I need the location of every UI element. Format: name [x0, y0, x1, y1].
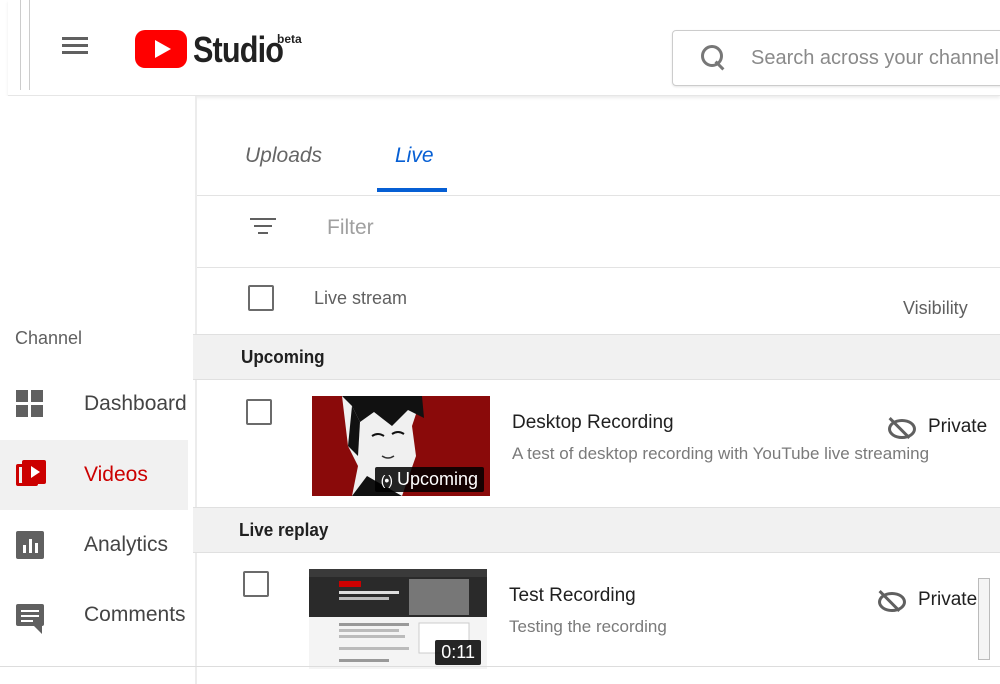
- section-header-live-replay: Live replay: [193, 507, 1000, 553]
- row-checkbox[interactable]: [246, 399, 272, 425]
- logo-text: Studio: [193, 29, 284, 70]
- youtube-play-icon: [135, 30, 187, 68]
- visibility-off-icon: [876, 590, 906, 612]
- sidebar-section-label: Channel: [15, 328, 83, 348]
- upcoming-badge: (•) Upcoming: [374, 467, 484, 492]
- sidebar-item-label: Analytics: [84, 533, 169, 556]
- duration-label: 0:11: [441, 642, 475, 662]
- visibility-label: Private: [918, 589, 978, 610]
- select-all-checkbox[interactable]: [248, 285, 274, 311]
- sidebar-item-comments[interactable]: Comments: [0, 580, 188, 650]
- filter-input[interactable]: [327, 216, 727, 240]
- table-row[interactable]: 0:11 Test Recording Testing the recordin…: [193, 555, 1000, 679]
- filter-icon[interactable]: [249, 218, 277, 242]
- visibility-off-icon: [886, 417, 916, 439]
- analytics-icon: [16, 531, 44, 559]
- visibility-label: Private: [928, 416, 988, 437]
- duration-badge: 0:11: [435, 640, 481, 665]
- sidebar-item-analytics[interactable]: Analytics: [0, 510, 188, 580]
- video-thumbnail[interactable]: (•) Upcoming: [312, 396, 490, 496]
- hamburger-menu-icon[interactable]: [60, 34, 90, 58]
- section-label: Live replay: [239, 520, 329, 540]
- tab-uploads[interactable]: Uploads: [245, 144, 322, 168]
- section-header-upcoming: Upcoming: [193, 334, 1000, 380]
- table-row[interactable]: (•) Upcoming Desktop Recording A test of…: [193, 382, 1000, 506]
- search-input[interactable]: [751, 46, 1000, 70]
- badge-label: Upcoming: [396, 469, 478, 489]
- comments-icon: [16, 604, 44, 634]
- dashboard-icon: [16, 390, 44, 418]
- live-broadcast-icon: (•): [380, 471, 393, 488]
- video-title[interactable]: Desktop Recording: [512, 412, 674, 434]
- sidebar-item-dashboard[interactable]: Dashboard: [0, 369, 188, 439]
- sidebar-item-videos[interactable]: Videos: [0, 440, 188, 510]
- video-title[interactable]: Test Recording: [509, 585, 636, 607]
- visibility-status[interactable]: Private: [886, 416, 988, 439]
- active-tab-indicator: [377, 188, 447, 192]
- filter-bar: [197, 196, 1000, 268]
- beta-badge: beta: [277, 32, 302, 46]
- video-description: Testing the recording: [509, 617, 667, 636]
- video-description: A test of desktop recording with YouTube…: [512, 444, 930, 463]
- sidebar-item-label: Comments: [84, 603, 186, 626]
- sidebar-item-label: Videos: [84, 463, 148, 486]
- bottom-divider: [0, 666, 1000, 667]
- visibility-status[interactable]: Private: [876, 589, 978, 612]
- section-label: Upcoming: [241, 347, 325, 367]
- column-header-live-stream[interactable]: Live stream: [314, 288, 407, 309]
- sidebar-item-label: Dashboard: [84, 392, 187, 415]
- table-header: Live stream Visibility: [197, 268, 1000, 336]
- content-tabs: Uploads Live: [197, 96, 1000, 196]
- window-edge: [20, 0, 30, 90]
- tab-live[interactable]: Live: [395, 144, 434, 168]
- search-box[interactable]: [672, 30, 1000, 86]
- column-header-visibility[interactable]: Visibility: [903, 298, 968, 319]
- youtube-studio-logo[interactable]: Studio beta: [135, 28, 302, 70]
- scrollbar[interactable]: [978, 578, 990, 660]
- row-checkbox[interactable]: [243, 571, 269, 597]
- search-icon[interactable]: [699, 43, 723, 73]
- video-thumbnail[interactable]: 0:11: [309, 569, 487, 669]
- videos-icon: [16, 460, 46, 490]
